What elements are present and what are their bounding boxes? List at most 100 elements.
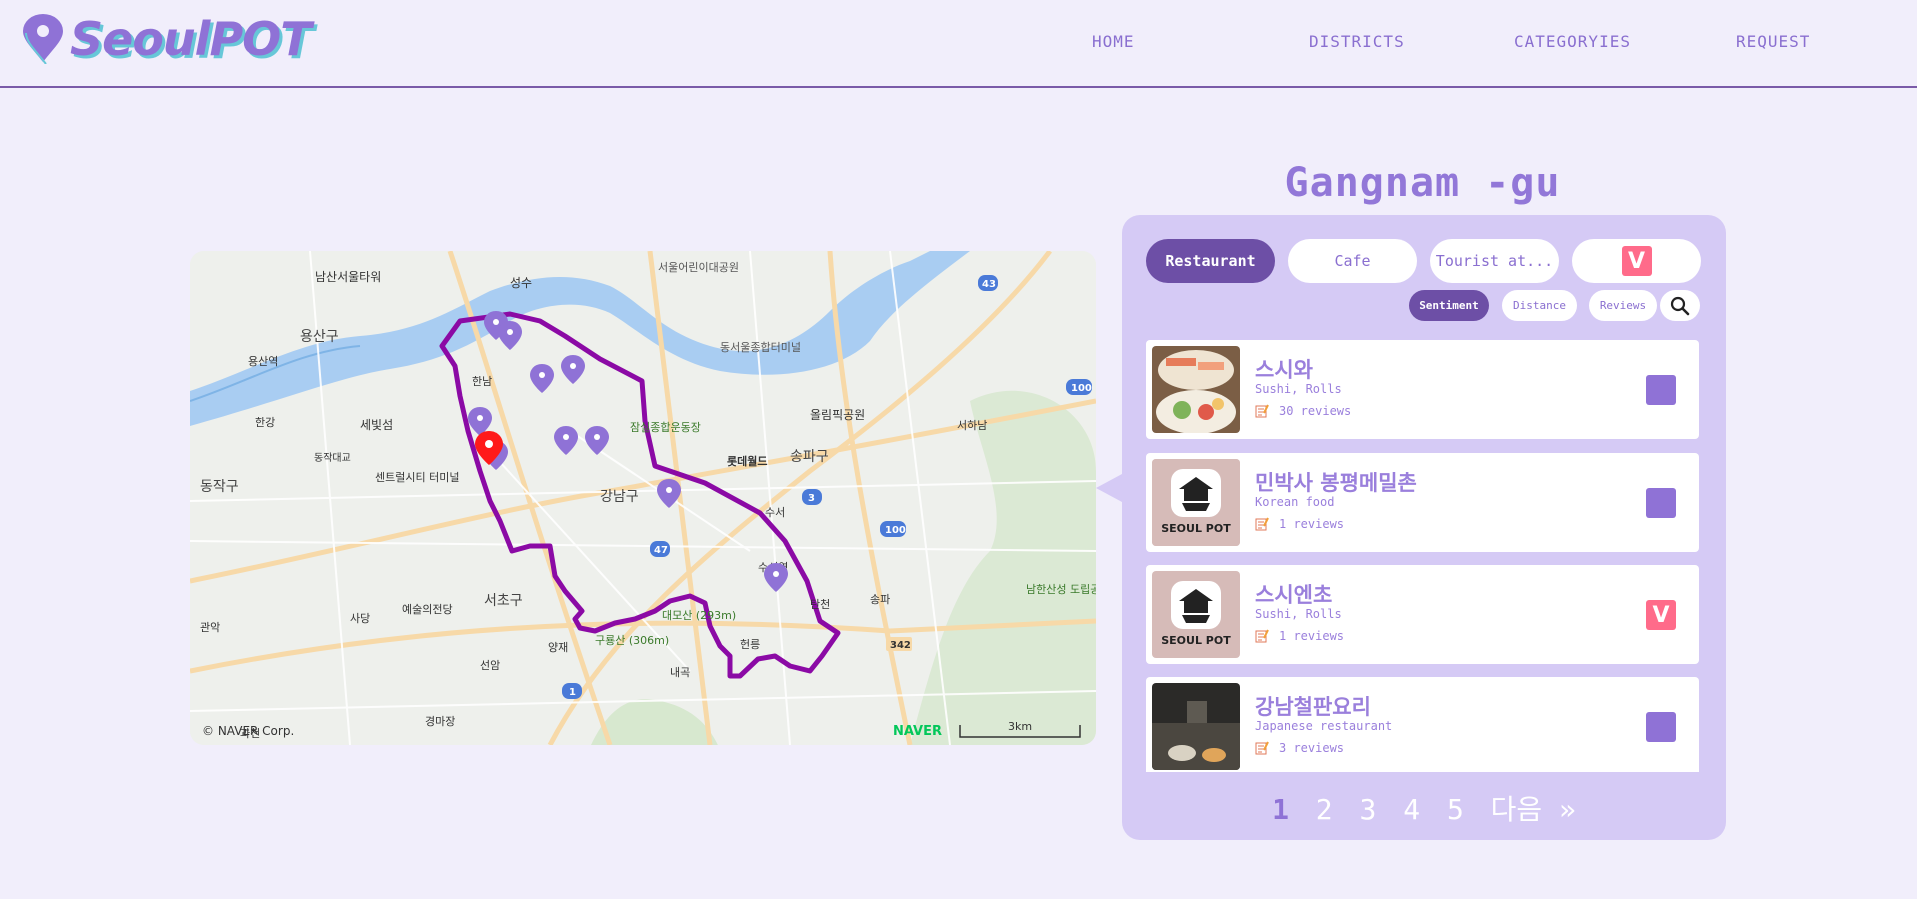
map-label: 동서울종합터미널 <box>720 341 801 354</box>
map-label: 한강 <box>255 416 275 429</box>
map-label: 한남 <box>472 375 492 388</box>
map-label: 예술의전당 <box>402 603 453 616</box>
map-label: 남산서울타워 <box>315 270 381 284</box>
place-name: 민박사 봉평메밀촌 <box>1255 471 1417 495</box>
sort-distance[interactable]: Distance <box>1502 290 1577 321</box>
map-label: 남한산성 도립공원 <box>1026 583 1096 596</box>
map-pin-icon <box>23 14 63 64</box>
place-thumbnail <box>1152 346 1240 433</box>
place-reviews: 1 reviews <box>1255 517 1344 531</box>
review-count: 3 reviews <box>1279 741 1345 755</box>
review-count: 30 reviews <box>1279 404 1352 418</box>
nav-categories[interactable]: CATEGORYIES <box>1514 32 1631 51</box>
page-link-1[interactable]: 1 <box>1272 793 1289 826</box>
place-reviews: 30 reviews <box>1255 404 1351 418</box>
place-card[interactable]: 스시와 Sushi, Rolls 30 reviews <box>1146 340 1699 439</box>
seoulpot-placeholder-logo: SEOUL POT <box>1152 571 1240 658</box>
review-count: 1 reviews <box>1279 629 1345 643</box>
map-label: 송파 <box>870 593 890 606</box>
map-label: 서울어린이대공원 <box>658 261 739 274</box>
place-panel: Restaurant Cafe Tourist at... V Sentimen… <box>1122 215 1726 840</box>
panel-pointer <box>1096 474 1122 502</box>
map-label: 대모산 (293m) <box>662 609 736 622</box>
svg-text:SEOUL POT: SEOUL POT <box>1161 522 1231 535</box>
memo-icon <box>1255 404 1269 418</box>
place-card[interactable]: 강남철판요리 Japanese restaurant 3 reviews <box>1146 677 1699 772</box>
memo-icon <box>1255 741 1269 755</box>
place-reviews: 3 reviews <box>1255 741 1344 755</box>
place-thumbnail <box>1152 683 1240 770</box>
favorites-v-icon: V <box>1621 246 1652 276</box>
map-label: 강남구 <box>600 489 639 505</box>
map-label: 헌릉 <box>740 638 760 651</box>
sort-reviews[interactable]: Reviews <box>1589 290 1657 321</box>
map-label: 서초구 <box>484 593 523 609</box>
map-label: 용산역 <box>248 355 278 368</box>
map-label: 경마장 <box>425 715 455 728</box>
naver-logo: NAVER <box>893 724 942 739</box>
review-count: 1 reviews <box>1279 517 1345 531</box>
place-name: 스시와 <box>1255 358 1313 382</box>
map-label: 양재 <box>548 641 568 654</box>
map-label: 잠실종합운동장 <box>630 421 701 434</box>
place-category: Korean food <box>1255 495 1335 509</box>
place-card[interactable]: SEOUL POT 스시엔초 Sushi, Rolls 1 reviews V <box>1146 565 1699 664</box>
place-name: 스시엔초 <box>1255 583 1333 607</box>
memo-icon <box>1255 629 1269 643</box>
map-label: 수서 <box>765 506 785 519</box>
place-category: Sushi, Rolls <box>1255 382 1342 396</box>
nav-home[interactable]: HOME <box>1092 32 1135 51</box>
district-map[interactable]: 43 100 100 3 47 1 342 남산서울타워 성수 서울어린이대공원… <box>190 251 1096 745</box>
favorite-toggle[interactable] <box>1646 712 1676 742</box>
map-label: 동작대교 <box>314 452 351 464</box>
svg-text:SEOUL POT: SEOUL POT <box>1161 634 1231 647</box>
site-logo[interactable]: SeoulPOT <box>20 12 312 66</box>
route-badge: 1 <box>569 687 576 698</box>
page-link-4[interactable]: 4 <box>1403 793 1420 826</box>
map-label: 올림픽공원 <box>810 408 865 422</box>
map-label: 사당 <box>350 612 370 625</box>
sort-sentiment[interactable]: Sentiment <box>1409 290 1489 321</box>
pagination: 1 2 3 4 5 다음 » <box>1122 788 1726 828</box>
page-link-2[interactable]: 2 <box>1316 793 1333 826</box>
map-label: 탄천 <box>810 597 830 611</box>
favorite-toggle[interactable] <box>1646 375 1676 405</box>
search-icon <box>1670 296 1690 315</box>
page-next[interactable]: 다음 » <box>1491 793 1576 826</box>
site-header: SeoulPOT HOME DISTRICTS CATEGORYIES REQU… <box>0 0 1917 88</box>
favorite-toggle[interactable] <box>1646 488 1676 518</box>
map-label: 동작구 <box>200 479 239 495</box>
tab-restaurant[interactable]: Restaurant <box>1146 239 1275 283</box>
place-name: 강남철판요리 <box>1255 695 1371 719</box>
page-link-5[interactable]: 5 <box>1447 793 1464 826</box>
map-label: 롯데월드 <box>727 454 767 468</box>
route-badge: 100 <box>1071 383 1092 394</box>
map-label: 세빛섬 <box>360 418 393 432</box>
route-badge: 3 <box>808 493 815 504</box>
place-category: Sushi, Rolls <box>1255 607 1342 621</box>
map-label: 센트럴시티 터미널 <box>375 471 459 484</box>
map-label: 관악 <box>200 621 220 634</box>
map-label: 서하남 <box>957 418 987 432</box>
seoulpot-placeholder-logo: SEOUL POT <box>1152 459 1240 546</box>
memo-icon <box>1255 517 1269 531</box>
favorite-toggle-on[interactable]: V <box>1646 600 1676 630</box>
map-label: 송파구 <box>790 449 829 465</box>
map-copyright: © NAVER Corp. <box>202 724 294 738</box>
nav-districts[interactable]: DISTRICTS <box>1309 32 1405 51</box>
tab-tourist[interactable]: Tourist at... <box>1430 239 1559 283</box>
tab-favorites[interactable]: V <box>1572 239 1701 283</box>
map-label: 성수 <box>510 276 532 290</box>
tab-cafe[interactable]: Cafe <box>1288 239 1417 283</box>
place-category: Japanese restaurant <box>1255 719 1393 733</box>
map-label: 선암 <box>480 659 500 672</box>
search-button[interactable] <box>1660 290 1700 321</box>
place-card[interactable]: SEOUL POT 민박사 봉평메밀촌 Korean food 1 review… <box>1146 453 1699 552</box>
nav-request[interactable]: REQUEST <box>1736 32 1810 51</box>
page-link-3[interactable]: 3 <box>1360 793 1377 826</box>
place-reviews: 1 reviews <box>1255 629 1344 643</box>
route-badge: 100 <box>885 525 906 536</box>
map-label: 구룡산 (306m) <box>595 634 669 647</box>
route-badge: 43 <box>982 279 996 290</box>
map-label: 용산구 <box>300 329 339 345</box>
